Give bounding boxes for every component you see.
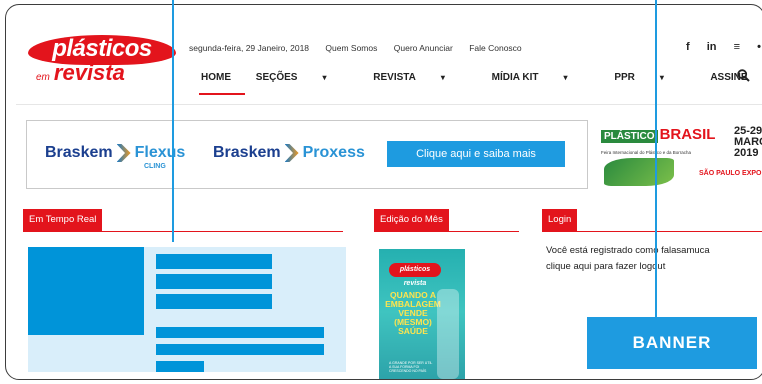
logo-em-text: em — [36, 72, 50, 83]
ad-product1-sub: CLING — [144, 163, 166, 170]
logo-bottom: em revista — [36, 60, 168, 85]
twitter-icon[interactable]: • — [757, 41, 761, 53]
link-quem-somos[interactable]: Quem Somos — [325, 43, 377, 53]
current-date: segunda-feira, 29 Janeiro, 2018 — [189, 43, 310, 53]
social-links: f in ≡ • — [686, 41, 762, 53]
nav-ppr[interactable]: PPR ▾ — [614, 72, 686, 83]
text-placeholder — [156, 361, 204, 372]
text-placeholder — [156, 344, 324, 355]
ad-product2: Proxess — [302, 144, 365, 162]
section-edition-title[interactable]: Edição do Mês — [374, 209, 449, 231]
expo-brasil: BRASIL — [659, 126, 716, 143]
nav-secoes-label: SEÇÕES — [255, 72, 298, 83]
braskem-logo-icon — [116, 144, 131, 162]
logo-bottom-text: revista — [53, 60, 125, 85]
ad-product1: Flexus — [134, 144, 186, 162]
site-logo[interactable]: plásticos em revista — [28, 35, 176, 85]
section-login-title[interactable]: Login — [542, 209, 578, 231]
expo-venue: SÃO PAULO EXPO — [699, 170, 762, 177]
facebook-icon[interactable]: f — [686, 41, 690, 53]
rss-icon[interactable]: ≡ — [734, 41, 740, 53]
ad-brand1: Braskem — [45, 144, 113, 162]
nav-midia-kit[interactable]: MÍDIA KIT ▾ — [492, 72, 590, 83]
section-edition: Edição do Mês — [374, 209, 519, 232]
login-registered-text: Você está registrado como falasamuca — [546, 245, 710, 256]
section-real-time-title[interactable]: Em Tempo Real — [23, 209, 103, 231]
logout-link[interactable]: clique aqui para fazer logout — [546, 259, 762, 275]
headline-placeholder — [156, 294, 272, 309]
section-real-time: Em Tempo Real — [23, 209, 343, 232]
braskem-banner-ad[interactable]: Braskem Flexus CLING Braskem Proxess Cliqu… — [26, 120, 588, 189]
magazine-logo: plásticos revista — [389, 263, 441, 287]
expo-plast: PLÁSTICO — [601, 130, 658, 143]
magazine-small-text: A GRANDE POR SER UTIL A SUA FORMA FOI CR… — [389, 361, 433, 373]
search-icon[interactable] — [737, 69, 750, 85]
chevron-down-icon: ▾ — [659, 73, 664, 82]
ad-brand2: Braskem — [213, 144, 281, 162]
nav-midia-kit-label: MÍDIA KIT — [491, 72, 539, 83]
plastico-brasil-ad[interactable]: PLÁSTICOBRASIL 25-29 MARÇO 2019 Feira In… — [601, 122, 762, 192]
nav-revista-label: REVISTA — [373, 72, 416, 83]
expo-subtitle: Feira Internacional do Plástico e da Bor… — [601, 150, 692, 155]
link-quero-anunciar[interactable]: Quero Anunciar — [394, 43, 453, 53]
expo-swirl-graphic — [604, 158, 674, 186]
chevron-down-icon: ▾ — [440, 73, 445, 82]
headline-placeholder — [156, 254, 272, 269]
braskem-logo-icon — [284, 144, 299, 162]
linkedin-icon[interactable]: in — [707, 41, 717, 53]
nav-revista[interactable]: REVISTA ▾ — [373, 72, 467, 83]
ad-cta-button[interactable]: Clique aqui e saiba mais — [387, 141, 565, 167]
chevron-down-icon: ▾ — [563, 73, 568, 82]
magazine-cover[interactable]: plásticos revista QUANDO A EMBALAGEM VEN… — [379, 249, 465, 379]
nav-active-indicator — [199, 93, 245, 95]
banner-callout-label: BANNER — [587, 317, 757, 369]
ad-brand-proxess: Braskem Proxess — [213, 144, 365, 162]
real-time-placeholder — [28, 247, 346, 372]
callout-line-left — [172, 0, 174, 242]
headline-placeholder — [156, 274, 272, 289]
main-nav: HOME SEÇÕES ▾ REVISTA ▾ MÍDIA KIT ▾ PPR ▾ AS… — [201, 72, 762, 83]
real-time-image-placeholder — [28, 247, 144, 335]
expo-date-year: 2019 — [734, 147, 759, 159]
top-bar: segunda-feira, 29 Janeiro, 2018 Quem Som… — [189, 43, 536, 53]
callout-line-right — [655, 0, 657, 318]
section-login: Login — [542, 209, 762, 232]
nav-home[interactable]: HOME — [201, 72, 231, 83]
login-status: Você está registrado como falasamuca cli… — [546, 243, 762, 275]
header-divider — [16, 104, 762, 105]
text-placeholder — [156, 327, 324, 338]
magazine-headline: QUANDO A EMBALAGEM VENDE (MESMO) SAÚDE — [385, 290, 441, 336]
ad-brand-flexus: Braskem Flexus — [45, 144, 185, 162]
link-fale-conosco[interactable]: Fale Conosco — [469, 43, 521, 53]
bottle-graphic — [437, 289, 459, 379]
chevron-down-icon: ▾ — [322, 73, 327, 82]
expo-date: 25-29 MARÇO 2019 — [734, 126, 762, 159]
nav-secoes[interactable]: SEÇÕES ▾ — [256, 72, 349, 83]
nav-ppr-label: PPR — [614, 72, 635, 83]
expo-title: PLÁSTICO BRASIL — [601, 126, 715, 143]
